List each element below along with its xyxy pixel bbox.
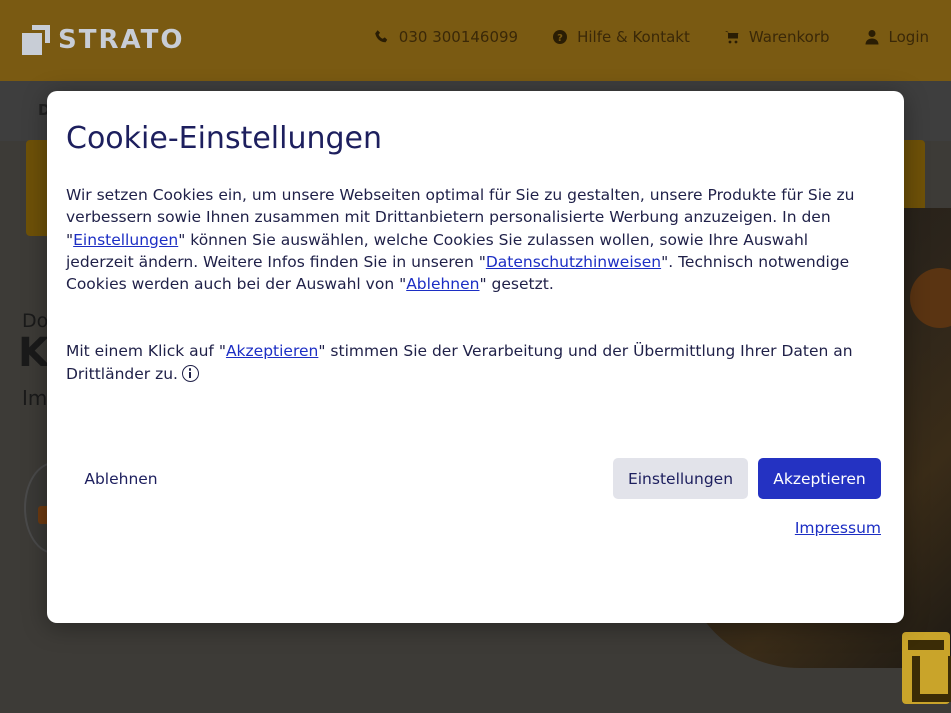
site-header: STRATO 030 300146099 ? Hilfe & Kontakt W… [0,0,951,81]
phone-icon [374,30,387,43]
login-label: Login [888,28,929,46]
third-country-notice: Mit einem Klick auf "Akzeptieren" stimme… [66,342,853,383]
settings-link[interactable]: Einstellungen [73,231,178,249]
help-icon: ? [553,30,568,44]
reject-link[interactable]: Ablehnen [406,275,479,293]
accept-link[interactable]: Akzeptieren [226,342,318,360]
impressum-link[interactable]: Impressum [795,519,881,537]
privacy-link[interactable]: Datenschutzhinweisen [486,253,661,271]
strato-logo[interactable]: STRATO [22,24,184,56]
hero-subheading: Im [22,386,48,410]
top-navigation: 030 300146099 ? Hilfe & Kontakt Warenkor… [374,28,929,46]
watermark-logo [900,630,951,705]
phone-link[interactable]: 030 300146099 [374,28,518,46]
accept-button[interactable]: Akzeptieren [758,458,881,499]
cart-icon [724,31,739,44]
cart-link[interactable]: Warenkorb [724,28,830,46]
cookie-description: Wir setzen Cookies ein, um unsere Websei… [66,186,855,294]
reject-button[interactable]: Ablehnen [68,458,174,499]
settings-button[interactable]: Einstellungen [613,458,748,499]
phone-number: 030 300146099 [398,28,519,46]
login-link[interactable]: Login [864,28,929,46]
cookie-dialog: Cookie-Einstellungen Wir setzen Cookies … [47,91,904,623]
strato-logo-icon [22,25,50,55]
help-label: Hilfe & Kontakt [577,28,690,46]
cart-label: Warenkorb [748,28,830,46]
dialog-title: Cookie-Einstellungen [66,121,383,156]
hero-kicker: Do [22,310,49,332]
svg-text:?: ? [557,33,563,44]
user-icon [865,30,879,45]
help-link[interactable]: ? Hilfe & Kontakt [552,28,690,46]
dialog-body: Wir setzen Cookies ein, um unsere Websei… [66,184,866,385]
logo-text: STRATO [58,25,185,55]
info-icon[interactable] [181,364,199,382]
hero-heading: K [18,330,49,376]
